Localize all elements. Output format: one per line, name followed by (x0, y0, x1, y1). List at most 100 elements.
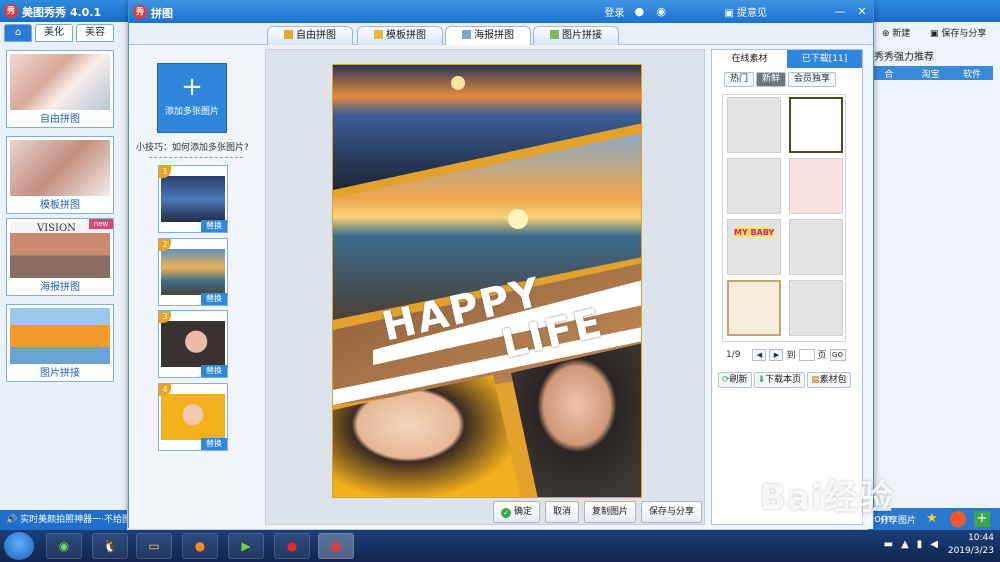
weibo-icon[interactable] (950, 511, 966, 527)
subtab-vip[interactable]: 会员独享 (788, 72, 837, 87)
qq-icon[interactable]: ● (632, 5, 646, 18)
taskbar-record-icon[interactable]: ● (274, 533, 310, 559)
copy-image-button[interactable]: 复制图片 (584, 501, 637, 523)
cancel-button[interactable]: 取消 (545, 501, 580, 523)
network-icon[interactable]: ▮ (917, 539, 923, 550)
tab-online-materials[interactable]: 在线素材 (712, 50, 787, 68)
page-unit-label: 页 (817, 351, 827, 361)
image-slot-2[interactable]: 2 替换 (158, 238, 228, 306)
material-item[interactable] (727, 97, 781, 153)
poster-preview[interactable]: HAPPY LIFE (332, 64, 642, 498)
material-actions: ⟳刷新 ⬇下载本页 ▦素材包 (718, 372, 851, 388)
check-icon: ✓ (501, 508, 511, 518)
save-share-button[interactable]: 保存与分享 (641, 501, 703, 523)
dialog-title: 拼图 (151, 7, 173, 20)
tab-image-stitch[interactable]: 图片拼接 (533, 26, 619, 46)
recommend-tabs: 合 淘宝 软件 (868, 66, 993, 80)
replace-button[interactable]: 替换 (201, 293, 227, 305)
page-input[interactable] (798, 348, 815, 361)
template-collage-icon (374, 30, 383, 39)
card-thumbnail (10, 308, 110, 364)
material-item[interactable]: MY BABY (727, 219, 781, 275)
main-app-bottom-bar: 🔊 实时美颜拍照神器一·不给图 (0, 510, 127, 530)
material-item[interactable] (789, 219, 843, 275)
main-app-tabs: ⌂ 美化 美容 (4, 24, 114, 42)
material-item[interactable] (789, 158, 843, 214)
dialog-titlebar: 秀 拼图 登录 ● ◉ ▣ 提意见 — ✕ (129, 1, 873, 23)
start-button[interactable] (4, 532, 34, 560)
star-icon[interactable]: ★ (926, 511, 942, 527)
slot-thumbnail (161, 394, 225, 440)
material-item[interactable] (789, 280, 843, 336)
tab-downloaded[interactable]: 已下载[11] (787, 50, 862, 68)
clock-time: 10:44 (968, 533, 994, 543)
new-button[interactable]: ⊕ 新建 (882, 26, 910, 39)
card-label: 自由拼图 (40, 114, 80, 125)
material-pack-button[interactable]: ▦素材包 (807, 372, 851, 388)
refresh-button[interactable]: ⟳刷新 (718, 372, 752, 388)
volume-icon[interactable]: ◀ (930, 539, 938, 550)
goto-label: 到 (786, 351, 796, 361)
tab-beautify[interactable]: 美化 (35, 24, 73, 42)
baidu-watermark-url: jingyan.baidu.com (790, 512, 892, 525)
next-page-icon[interactable]: ▶ (769, 348, 784, 361)
material-item[interactable] (727, 158, 781, 214)
material-pager: 1/9 ◀ ▶ 到 页 GO (726, 348, 846, 361)
taskbar-firefox-icon[interactable]: ● (182, 533, 218, 559)
material-item[interactable] (789, 97, 843, 153)
recommend-tab-software[interactable]: 软件 (951, 67, 993, 80)
tray-expand-icon[interactable]: ▲ (901, 539, 909, 550)
collage-mode-tabs: 自由拼图 模板拼图 海报拼图 图片拼接 (129, 23, 873, 47)
image-slot-1[interactable]: 1 替换 (158, 165, 228, 233)
recommend-tab-taobao[interactable]: 淘宝 (910, 67, 952, 80)
tab-poster-collage[interactable]: 海报拼图 (445, 26, 531, 47)
login-link[interactable]: 登录 (604, 4, 624, 19)
replace-button[interactable]: 替换 (201, 438, 227, 450)
keyboard-icon[interactable]: ▬ (884, 539, 893, 550)
poster-canvas-area: HAPPY LIFE (265, 49, 705, 525)
plus-icon: + (181, 72, 203, 102)
card-image-stitch[interactable]: 图片拼接 (6, 304, 114, 382)
clock-date: 2019/3/23 (947, 546, 994, 556)
card-free-collage[interactable]: 自由拼图 (6, 50, 114, 128)
divider (149, 157, 243, 158)
recommend-tab[interactable]: 合 (868, 67, 910, 80)
taskbar-video-icon[interactable]: ▶ (228, 533, 264, 559)
card-template-collage[interactable]: 模板拼图 (6, 136, 114, 214)
minimize-icon[interactable]: — (833, 5, 847, 18)
download-page-button[interactable]: ⬇下载本页 (753, 372, 806, 388)
material-item[interactable] (727, 280, 781, 336)
system-clock[interactable]: 10:44 2019/3/23 (948, 532, 994, 558)
add-multiple-images-button[interactable]: + 添加多张图片 (157, 63, 227, 133)
go-button[interactable]: GO (829, 348, 846, 361)
close-icon[interactable]: ✕ (855, 5, 869, 18)
tab-free-collage[interactable]: 自由拼图 (267, 26, 353, 46)
download-icon: ⬇ (757, 375, 766, 385)
card-poster-collage[interactable]: VISION new 海报拼图 (6, 218, 114, 296)
confirm-button[interactable]: ✓ 确定 (493, 501, 541, 523)
image-slot-3[interactable]: 3 替换 (158, 310, 228, 378)
replace-button[interactable]: 替换 (201, 220, 227, 232)
tab-beauty[interactable]: 美容 (76, 24, 114, 42)
replace-button[interactable]: 替换 (201, 365, 227, 377)
image-slot-4[interactable]: 4 替换 (158, 383, 228, 451)
bottom-promo-text[interactable]: 实时美颜拍照神器一·不给图 (20, 515, 127, 525)
card-label: 模板拼图 (40, 200, 80, 211)
taskbar-qq-icon[interactable]: 🐧 (92, 533, 128, 559)
card-label: 海报拼图 (40, 282, 80, 293)
subtab-new[interactable]: 新鲜 (756, 72, 787, 87)
subtab-hot[interactable]: 热门 (724, 72, 755, 87)
main-app-title: 美图秀秀 4.0.1 (22, 6, 102, 19)
taskbar-app-360-icon[interactable]: ◉ (46, 533, 82, 559)
tab-template-collage[interactable]: 模板拼图 (357, 26, 443, 46)
prev-page-icon[interactable]: ◀ (752, 348, 767, 361)
tip-link[interactable]: 小技巧：如何添加多张图片? (136, 140, 249, 153)
taskbar-explorer-icon[interactable]: ▭ (136, 533, 172, 559)
save-share-button[interactable]: ▣ 保存与分享 (930, 26, 986, 39)
feedback-link[interactable]: ▣ 提意见 (724, 4, 767, 19)
weibo-icon[interactable]: ◉ (654, 5, 668, 18)
card-label: 图片拼接 (40, 368, 80, 379)
taskbar-meitu-icon[interactable]: ● (318, 533, 354, 559)
add-icon[interactable]: + (974, 511, 990, 527)
home-icon[interactable]: ⌂ (4, 24, 32, 42)
